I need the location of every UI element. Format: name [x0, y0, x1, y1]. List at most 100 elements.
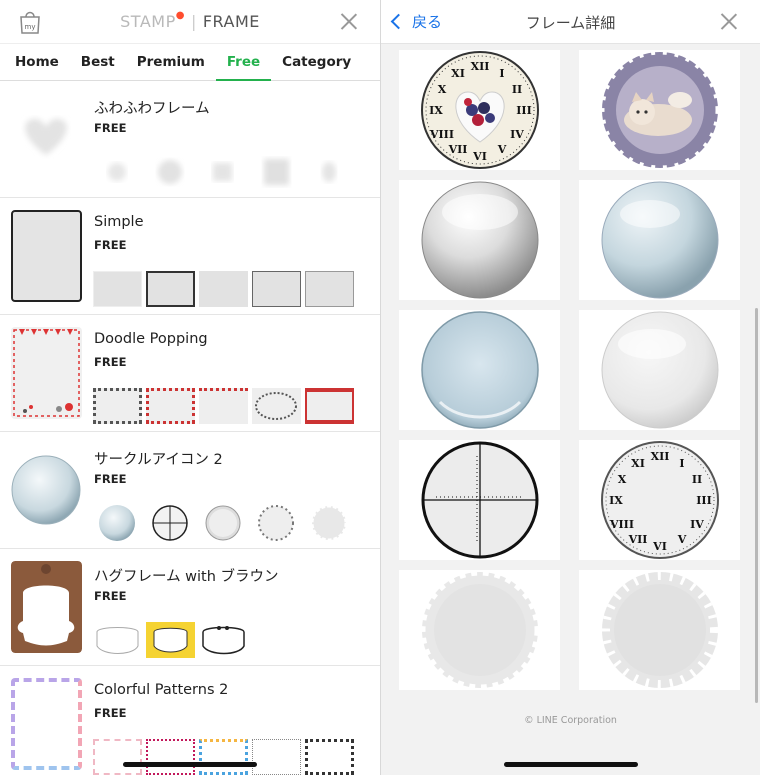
preview-thumbnail [202, 626, 245, 655]
colorful-patterns-thumbnail [11, 678, 82, 770]
item-title: サークルアイコン 2 [94, 452, 223, 468]
item-title: ハグフレーム with ブラウン [94, 569, 279, 585]
svg-text:V: V [496, 143, 506, 156]
hug-frame-thumbnail [11, 561, 82, 653]
item-previews [93, 501, 354, 545]
frame-tile[interactable] [579, 50, 740, 170]
item-price: FREE [94, 238, 127, 252]
close-icon[interactable] [720, 12, 738, 30]
preview-thumbnail [305, 739, 354, 775]
svg-text:II: II [691, 473, 701, 486]
svg-text:VIII: VIII [609, 518, 634, 531]
list-item[interactable]: Colorful Patterns 2 FREE [0, 666, 380, 775]
item-previews [93, 154, 354, 190]
preview-thumbnail [252, 271, 301, 307]
preview-thumbnail [252, 739, 301, 775]
svg-text:X: X [437, 83, 446, 96]
item-price: FREE [94, 121, 127, 135]
svg-text:VI: VI [652, 540, 667, 553]
left-header: my STAMP● | FRAME [0, 0, 380, 44]
item-title: Simple [94, 214, 144, 230]
frame-tile[interactable] [579, 310, 740, 430]
item-previews [93, 622, 248, 658]
page-title: フレーム詳細 [525, 14, 616, 32]
item-previews [93, 271, 354, 307]
svg-text:III: III [516, 104, 531, 117]
frame-tile[interactable] [399, 310, 560, 430]
preview-thumbnail [205, 505, 241, 541]
svg-text:IV: IV [510, 128, 524, 141]
frame-tile[interactable]: XII VI IX III I II IV V VII VIII X XI [399, 50, 560, 170]
svg-text:XII: XII [470, 60, 489, 73]
svg-text:V: V [676, 533, 686, 546]
crosshair-frame [421, 441, 538, 559]
list-item[interactable]: ハグフレーム with ブラウン FREE [0, 549, 380, 666]
preview-thumbnail [96, 627, 139, 654]
item-title: Doodle Popping [94, 331, 208, 347]
svg-text:X: X [617, 473, 626, 486]
item-title: Colorful Patterns 2 [94, 682, 229, 698]
list-item[interactable]: サークルアイコン 2 FREE [0, 432, 380, 549]
preview-thumbnail [258, 505, 294, 541]
clock-heart-frame: XIIVIIX III IIIIVV VIIVIIIXXI [420, 51, 539, 169]
preview-thumbnail [146, 271, 195, 307]
frame-tile[interactable] [399, 180, 560, 300]
frame-tile[interactable]: XII VI IX III I II IV V VII VIII X XI [579, 440, 740, 560]
frame-tile[interactable] [579, 570, 740, 690]
preview-thumbnail [93, 271, 142, 307]
preview-thumbnail [146, 622, 195, 658]
frame-tile[interactable] [579, 180, 740, 300]
item-price: FREE [94, 355, 127, 369]
tab-free[interactable]: Free [215, 44, 272, 81]
tab-premium[interactable]: Premium [126, 44, 216, 80]
preview-thumbnail [305, 388, 354, 424]
preview-thumbnail [93, 388, 142, 424]
svg-text:III: III [696, 494, 711, 507]
frame-tile[interactable] [399, 440, 560, 560]
scrollbar[interactable] [755, 308, 758, 703]
item-previews [93, 388, 354, 424]
brand-logo: STAMP● | FRAME [120, 10, 260, 31]
water-bubble-frame [420, 311, 539, 429]
right-pane: 戻る フレーム詳細 XII VI IX III I II IV V VII VIII X XI [381, 0, 760, 775]
frame-tile[interactable] [399, 570, 560, 690]
svg-text:VIII: VIII [429, 128, 454, 141]
preview-thumbnail [99, 505, 135, 541]
category-tabs: Home Best Premium Free Category [0, 44, 380, 81]
svg-text:I: I [679, 457, 684, 470]
simple-thumbnail [11, 210, 82, 302]
home-indicator [123, 762, 257, 767]
preview-thumbnail [146, 388, 195, 424]
tab-best[interactable]: Best [70, 44, 126, 80]
list-item[interactable]: Doodle Popping FREE [0, 315, 380, 432]
tab-home[interactable]: Home [4, 44, 70, 80]
svg-text:VII: VII [447, 143, 467, 156]
svg-text:XI: XI [451, 67, 465, 80]
brand-frame: FRAME [202, 12, 260, 31]
svg-text:XI: XI [631, 457, 645, 470]
svg-text:XII: XII [650, 450, 669, 463]
svg-text:I: I [499, 67, 504, 80]
left-pane: my STAMP● | FRAME Home Best Premium Free C… [0, 0, 380, 775]
tab-category[interactable]: Category [271, 44, 362, 80]
svg-text:IX: IX [609, 494, 623, 507]
item-price: FREE [94, 589, 127, 603]
list-item[interactable]: ふわふわフレーム FREE [0, 81, 380, 198]
close-icon[interactable] [340, 12, 358, 30]
item-price: FREE [94, 472, 127, 486]
preview-thumbnail [199, 739, 248, 775]
preview-thumbnail [322, 162, 336, 182]
preview-thumbnail [213, 163, 232, 181]
fuwafuwa-thumbnail [25, 118, 67, 155]
preview-thumbnail [93, 739, 142, 775]
clock-frame: XIIVIIX III IIIIVV VIIVIIIXXI [600, 441, 719, 559]
preview-thumbnail [310, 504, 348, 542]
clear-bubble-frame [601, 311, 718, 429]
preview-thumbnail [199, 388, 248, 424]
home-indicator [504, 762, 638, 767]
frame-grid: XII VI IX III I II IV V VII VIII X XI XI… [399, 50, 740, 690]
silver-bubble-frame [421, 181, 538, 299]
brand-stamp: STAMP [120, 12, 176, 31]
preview-thumbnail [252, 388, 301, 424]
list-item[interactable]: Simple FREE [0, 198, 380, 315]
